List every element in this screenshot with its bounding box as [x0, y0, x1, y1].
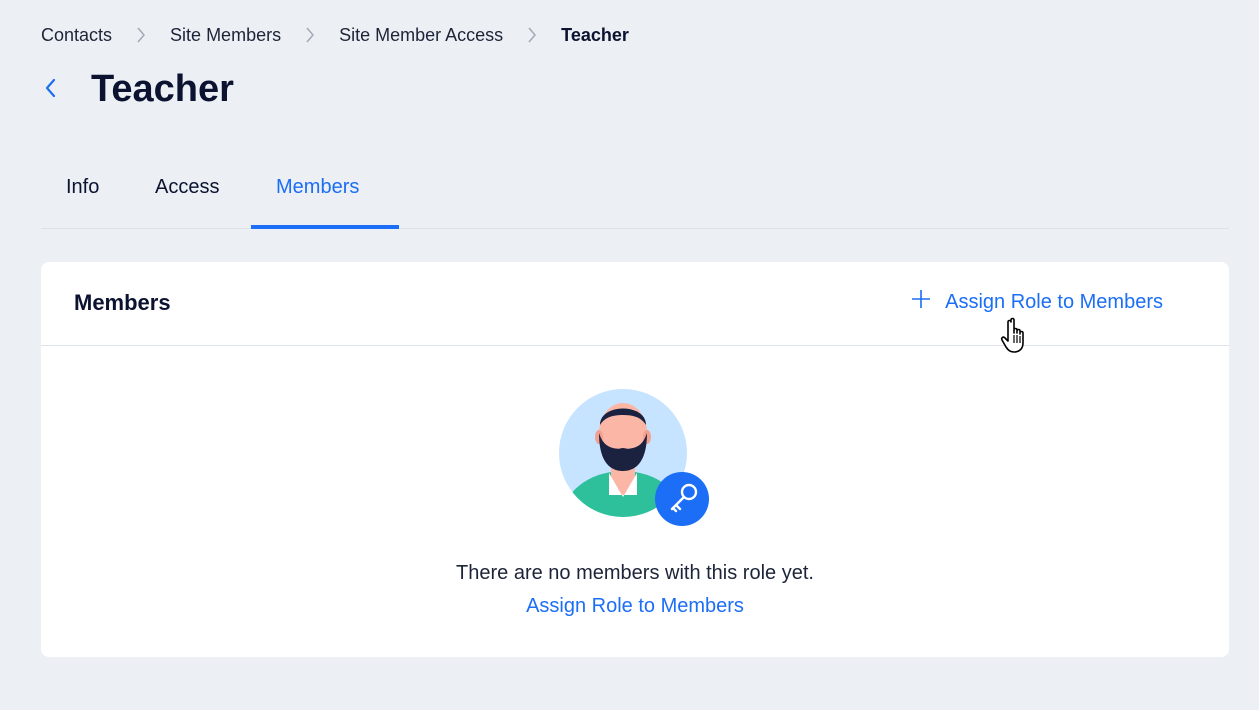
chevron-left-icon — [43, 77, 57, 104]
assign-role-button[interactable]: Assign Role to Members — [911, 289, 1163, 315]
tab-bar: Info Access Members — [41, 162, 1229, 229]
tab-members[interactable]: Members — [276, 162, 359, 229]
breadcrumb-site-member-access[interactable]: Site Member Access — [339, 25, 503, 46]
tab-access[interactable]: Access — [155, 162, 219, 229]
breadcrumb-site-members[interactable]: Site Members — [170, 25, 281, 46]
empty-state-link-row: Assign Role to Members — [41, 595, 1229, 618]
breadcrumb-current: Teacher — [561, 24, 629, 45]
chevron-right-icon — [112, 22, 170, 48]
hand-cursor-icon — [1000, 317, 1024, 353]
back-button[interactable] — [38, 76, 62, 104]
members-card-title: Members — [74, 290, 171, 315]
assign-role-button-label: Assign Role to Members — [945, 290, 1163, 313]
plus-icon — [911, 289, 931, 315]
members-card-header: Members Assign Role to Members — [41, 262, 1229, 346]
breadcrumb: Contacts Site Members Site Member Access… — [41, 22, 629, 48]
active-tab-indicator — [251, 225, 399, 229]
empty-state-message: There are no members with this role yet. — [456, 562, 814, 584]
members-card: Members Assign Role to Members There are… — [41, 262, 1229, 657]
member-avatar-with-key-illustration — [559, 389, 709, 526]
tab-info[interactable]: Info — [66, 162, 99, 229]
breadcrumb-contacts[interactable]: Contacts — [41, 25, 112, 46]
assign-role-link[interactable]: Assign Role to Members — [526, 595, 744, 617]
page: Contacts Site Members Site Member Access… — [0, 0, 1259, 710]
chevron-right-icon — [281, 22, 339, 48]
page-title: Teacher — [91, 68, 234, 110]
chevron-right-icon — [503, 22, 561, 48]
